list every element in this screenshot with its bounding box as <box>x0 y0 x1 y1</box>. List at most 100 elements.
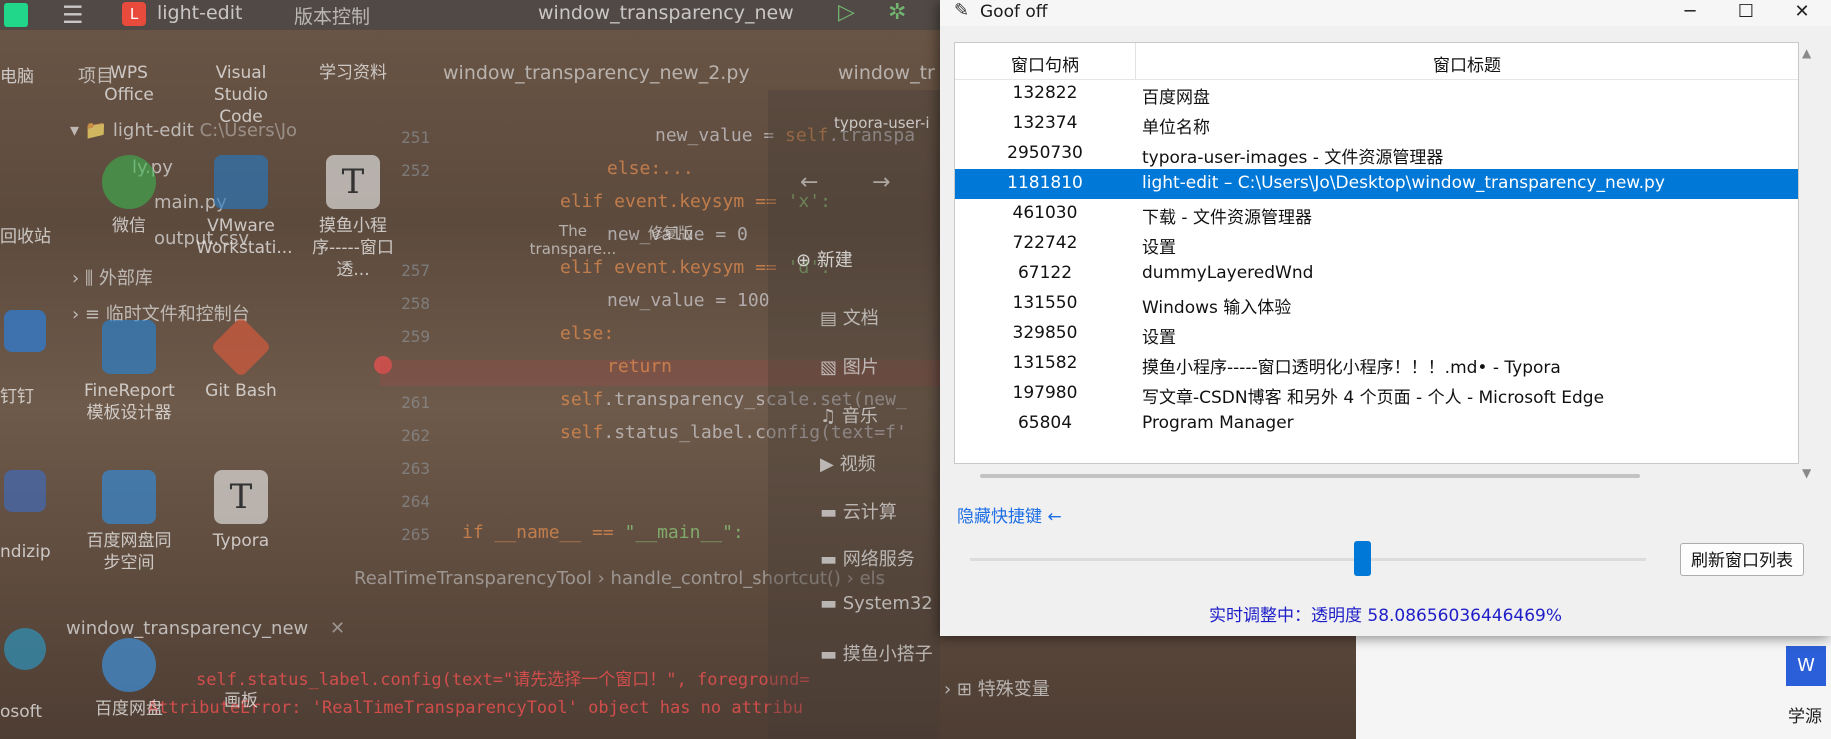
transparency-slider-track[interactable] <box>970 558 1646 561</box>
row-title: 单位名称 <box>1142 118 1210 138</box>
baidu-sync-icon <box>102 470 156 524</box>
code-line: else: <box>560 323 614 344</box>
editor-tab[interactable]: window_tr <box>838 62 935 84</box>
close-button[interactable]: ✕ <box>1774 0 1830 26</box>
explorer-item-pictures[interactable]: ▧ 图片 <box>820 353 879 379</box>
desktop-label[interactable]: ndizip <box>0 542 51 562</box>
window-list[interactable]: 窗口句柄 窗口标题 132822 百度网盘 132374 单位名称 2950730 typ… <box>954 42 1799 464</box>
list-row[interactable]: 132822 百度网盘 <box>955 79 1798 109</box>
desktop-file-label[interactable]: The transpare... <box>528 222 618 258</box>
feather-icon: ✎ <box>954 0 970 21</box>
close-icon[interactable]: ✕ <box>330 618 345 639</box>
code-token: "__main__": <box>624 522 744 543</box>
explorer-item-documents[interactable]: ▤ 文档 <box>820 304 879 330</box>
desktop-label[interactable]: 学源 <box>1788 702 1822 727</box>
desktop-icon-vmware[interactable]: VMware Workstati... <box>196 155 293 259</box>
edge-icon[interactable] <box>4 628 46 670</box>
list-row[interactable]: 1181810 light-edit – C:\Users\Jo\Desktop\… <box>955 169 1798 199</box>
desktop-label[interactable]: 回收站 <box>0 222 51 247</box>
desktop-icon-finereport[interactable]: FineReport 模板设计器 <box>84 320 175 424</box>
word-icon[interactable]: W <box>1786 646 1826 686</box>
column-header-title[interactable]: 窗口标题 <box>1136 51 1798 76</box>
row-title: typora-user-images - 文件资源管理器 <box>1142 148 1444 168</box>
list-row[interactable]: 65804 Program Manager <box>955 409 1798 439</box>
run-tab[interactable]: window_transparency_new <box>66 618 308 639</box>
row-handle: 329850 <box>1012 323 1078 343</box>
special-vars[interactable]: › ⊞ 特殊变量 <box>944 675 1050 701</box>
maximize-button[interactable]: ☐ <box>1718 0 1774 26</box>
window-title: Goof off <box>980 2 1048 22</box>
explorer-item-folder[interactable]: ▬ 云计算 <box>820 498 897 524</box>
explorer-item-videos[interactable]: ▶ 视频 <box>820 450 876 476</box>
explorer-item-label: 云计算 <box>842 502 897 523</box>
menu-icon[interactable]: ☰ <box>62 1 84 29</box>
run-config[interactable]: window_transparency_new <box>538 2 794 24</box>
bandizip-icon[interactable] <box>4 470 46 512</box>
list-row[interactable]: 132374 单位名称 <box>955 109 1798 139</box>
code-token: self <box>560 389 604 410</box>
breadcrumb-item[interactable]: RealTimeTransparencyTool <box>354 568 592 589</box>
explorer-item-music[interactable]: ♫ 音乐 <box>820 402 878 428</box>
list-row[interactable]: 2950730 typora-user-images - 文件资源管理器 <box>955 139 1798 169</box>
desktop-label[interactable]: 钉钉 <box>0 382 34 407</box>
row-title: 摸鱼小程序-----窗口透明化小程序！！！.md• - Typora <box>1142 358 1561 378</box>
horizontal-scrollbar[interactable] <box>980 474 1640 478</box>
desktop-file-label[interactable]: 修复版 <box>648 222 693 243</box>
list-row[interactable]: 329850 设置 <box>955 319 1798 349</box>
project-badge-icon: L <box>122 2 146 26</box>
desktop-label[interactable]: osoft <box>0 702 42 722</box>
list-row[interactable]: 197980 写文章-CSDN博客 和另外 4 个页面 - 个人 - Micros… <box>955 379 1798 409</box>
tree-external-libs[interactable]: › ⫼ 外部库 <box>72 264 153 290</box>
scroll-down-icon[interactable]: ▼ <box>1802 466 1811 480</box>
column-header-handle[interactable]: 窗口句柄 <box>955 51 1135 76</box>
desktop-icon-label: Git Bash <box>205 381 277 401</box>
desktop-icon-paint[interactable]: 画板 <box>196 690 286 712</box>
row-handle: 65804 <box>1017 413 1073 433</box>
desktop-icon-study[interactable]: 学习资料 <box>308 62 398 84</box>
desktop-icon-wps[interactable]: WPS Office <box>84 62 174 106</box>
editor-tab[interactable]: window_transparency_new_2.py <box>443 62 750 84</box>
desktop-icon-label: WPS Office <box>104 63 154 105</box>
desktop-icon-baidu[interactable]: 百度网盘 <box>84 638 174 720</box>
transparency-slider-thumb[interactable] <box>1354 541 1372 576</box>
scroll-up-icon[interactable]: ▲ <box>1802 46 1811 60</box>
minimize-button[interactable]: ─ <box>1662 0 1718 26</box>
explorer-item-folder[interactable]: ▬ 网络服务 <box>820 545 915 571</box>
explorer-item-folder[interactable]: ▬ 摸鱼小搭子 <box>820 640 933 666</box>
code-token: new_value = <box>655 125 786 146</box>
vcs-menu[interactable]: 版本控制 <box>294 2 370 29</box>
explorer-new-button[interactable]: ⊕ 新建 <box>796 246 853 272</box>
tree-root-name: light-edit <box>112 120 194 141</box>
desktop-icon-typora-doc[interactable]: T 摸鱼小程序-----窗口透... <box>308 155 398 281</box>
refresh-window-list-button[interactable]: 刷新窗口列表 <box>1680 543 1804 576</box>
list-row[interactable]: 131582 摸鱼小程序-----窗口透明化小程序！！！.md• - Typora <box>955 349 1798 379</box>
project-name[interactable]: light-edit <box>157 2 242 24</box>
forward-icon[interactable]: → <box>872 170 890 195</box>
list-row[interactable]: 461030 下载 - 文件资源管理器 <box>955 199 1798 229</box>
finereport-icon <box>102 320 156 374</box>
code-token: self <box>560 422 604 443</box>
desktop-icon-wechat[interactable]: 微信 <box>84 155 174 237</box>
list-row[interactable]: 131550 Windows 输入体验 <box>955 289 1798 319</box>
run-icon[interactable]: ▷ <box>838 0 855 25</box>
row-handle: 67122 <box>1017 263 1073 283</box>
desktop-icon-baidu-sync[interactable]: 百度网盘同步空间 <box>84 470 174 574</box>
desktop-icon-label: 微信 <box>112 216 146 236</box>
list-row[interactable]: 67122 dummyLayeredWnd <box>955 259 1798 289</box>
desktop-icon-typora[interactable]: T Typora <box>196 470 286 552</box>
row-title: 设置 <box>1142 328 1176 348</box>
debug-icon[interactable]: ✲ <box>888 0 906 25</box>
desktop-icon-vscode[interactable]: Visual Studio Code <box>196 62 286 128</box>
row-handle: 2950730 <box>1007 143 1083 163</box>
list-row[interactable]: 722742 设置 <box>955 229 1798 259</box>
title-bar[interactable]: ✎ Goof off ─ ☐ ✕ <box>940 0 1831 26</box>
hide-shortcuts-link[interactable]: 隐藏快捷键 ← <box>957 502 1062 527</box>
desktop-icon-gitbash[interactable]: Git Bash <box>196 316 286 402</box>
desktop-icon-label: 画板 <box>224 691 258 711</box>
explorer-item-folder[interactable]: ▬ System32 <box>820 593 933 614</box>
back-icon[interactable]: ← <box>800 170 818 195</box>
desktop-label[interactable]: 电脑 <box>0 62 34 87</box>
row-handle: 197980 <box>1012 383 1078 403</box>
dingtalk-icon[interactable] <box>4 310 46 352</box>
row-handle: 131550 <box>1012 293 1078 313</box>
